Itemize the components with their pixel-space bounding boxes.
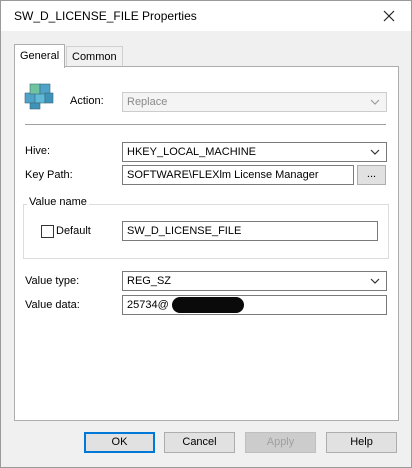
value-name-legend: Value name (27, 196, 89, 208)
hive-label: Hive: (25, 145, 51, 157)
key-path-label: Key Path: (25, 169, 73, 181)
title-bar: SW_D_LICENSE_FILE Properties (1, 1, 411, 31)
value-data-field[interactable]: 25734@ (122, 295, 387, 315)
apply-button[interactable]: Apply (245, 432, 316, 453)
tab-general[interactable]: General (14, 44, 66, 68)
registry-cubes-icon (24, 83, 54, 110)
key-path-field[interactable]: SOFTWARE\FLEXlm License Manager (122, 165, 354, 185)
tab-common-label: Common (72, 51, 117, 63)
action-label: Action: (70, 95, 104, 107)
apply-label: Apply (266, 436, 295, 448)
browse-label: ... (366, 168, 377, 180)
ok-button[interactable]: OK (84, 432, 155, 453)
cancel-button[interactable]: Cancel (164, 432, 235, 453)
cancel-label: Cancel (182, 436, 217, 448)
tab-common[interactable]: Common (66, 46, 123, 67)
default-checkbox[interactable] (41, 225, 54, 238)
separator (25, 124, 386, 125)
value-type-label: Value type: (25, 275, 80, 287)
value-name-value: SW_D_LICENSE_FILE (127, 225, 242, 237)
browse-button[interactable]: ... (357, 165, 386, 185)
default-label: Default (56, 225, 91, 237)
chevron-down-icon (368, 273, 382, 289)
action-value: Replace (127, 96, 168, 108)
help-label: Help (350, 436, 373, 448)
close-icon (383, 10, 395, 22)
ok-label: OK (111, 436, 128, 448)
chevron-down-icon (368, 94, 382, 110)
close-button[interactable] (375, 5, 403, 27)
hive-select[interactable]: HKEY_LOCAL_MACHINE (122, 142, 387, 162)
key-path-value: SOFTWARE\FLEXlm License Manager (127, 169, 319, 181)
hive-value: HKEY_LOCAL_MACHINE (127, 146, 256, 158)
value-data-value: 25734@ (127, 299, 169, 311)
properties-dialog: SW_D_LICENSE_FILE Properties General Com… (0, 0, 412, 468)
chevron-down-icon (368, 144, 382, 160)
value-type-value: REG_SZ (127, 275, 172, 287)
value-name-field[interactable]: SW_D_LICENSE_FILE (122, 221, 378, 241)
tab-general-label: General (20, 50, 60, 62)
value-data-label: Value data: (25, 299, 80, 311)
value-type-select[interactable]: REG_SZ (122, 271, 387, 291)
help-button[interactable]: Help (326, 432, 397, 453)
window-title: SW_D_LICENSE_FILE Properties (14, 9, 197, 23)
action-select[interactable]: Replace (122, 92, 387, 112)
redaction-mark (172, 297, 244, 313)
general-panel: Action: Replace Hive: HKEY_LOCAL_MACHINE… (14, 66, 399, 421)
